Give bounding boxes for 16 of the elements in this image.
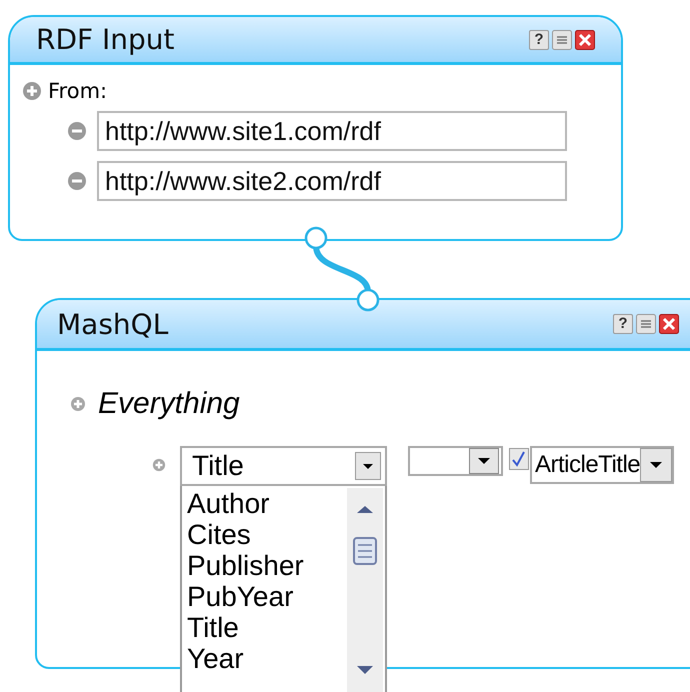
dropdown-option[interactable]: Cites: [187, 519, 347, 550]
dropdown-option[interactable]: Year: [187, 643, 347, 674]
url-field[interactable]: http://www.site1.com/rdf: [97, 111, 567, 151]
help-button[interactable]: ?: [529, 30, 549, 50]
window-title: RDF Input: [36, 23, 175, 56]
dropdown-option[interactable]: Publisher: [187, 550, 347, 581]
help-button[interactable]: ?: [613, 314, 633, 334]
subject-label: Everything: [98, 387, 240, 421]
dropdown-option[interactable]: Title: [187, 612, 347, 643]
window-title: MashQL: [57, 308, 168, 340]
object-dropdown[interactable]: ArticleTitle: [530, 446, 674, 484]
dropdown-option[interactable]: PubYear: [187, 581, 347, 612]
dropdown-option[interactable]: Author: [187, 488, 347, 519]
from-label: From:: [48, 79, 108, 103]
property-dropdown[interactable]: Title: [180, 446, 387, 486]
url-field[interactable]: http://www.site2.com/rdf: [97, 161, 567, 201]
